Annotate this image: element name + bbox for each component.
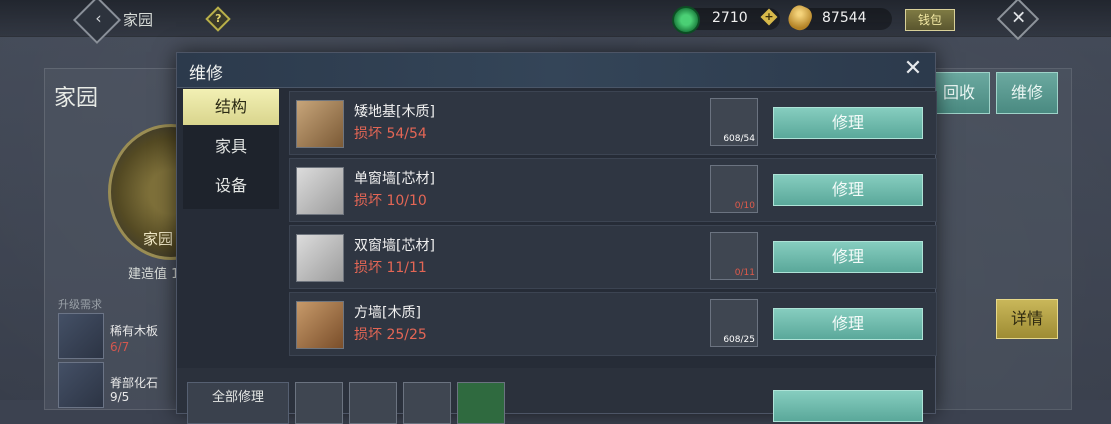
jade-value: 2710 (712, 10, 748, 26)
jade-icon (672, 6, 700, 34)
repair-button[interactable]: 修理 (773, 308, 923, 340)
damage-status: 损坏 25/25 (354, 327, 427, 343)
repair-all-label: 全部修理 (187, 382, 289, 424)
details-button[interactable]: 详情 (996, 299, 1058, 339)
plank-icon[interactable] (296, 100, 344, 148)
tab-structure[interactable]: 结构 (183, 89, 279, 125)
requirement-name: 脊部化石 (110, 376, 159, 390)
item-name: 双窗墙[芯材] (354, 238, 435, 254)
requirement-count: 9/5 (110, 390, 130, 404)
material-count: 0/11 (734, 268, 755, 278)
emblem-label: 家园 (143, 230, 174, 248)
list-item: 单窗墙[芯材] 损坏 10/10 0/10 修理 (289, 158, 937, 222)
material-count: 608/54 (723, 134, 755, 144)
repair-all-button[interactable] (773, 390, 923, 422)
rare-plank-icon[interactable] (58, 313, 104, 359)
build-value: 建造值 1 (128, 267, 180, 282)
fossil-icon[interactable] (58, 362, 104, 408)
repair-button[interactable]: 修理 (773, 241, 923, 273)
gold-value: 87544 (822, 10, 867, 26)
tab-furniture[interactable]: 家具 (183, 129, 279, 165)
right-panel (935, 68, 1072, 410)
close-icon: ✕ (1011, 7, 1027, 29)
material-count: 0/10 (734, 201, 755, 211)
material-slot[interactable] (457, 382, 505, 424)
page-title: 家园 (123, 11, 154, 29)
repair-tab-button[interactable]: 维修 (996, 72, 1058, 114)
add-currency-icon[interactable]: + (760, 8, 778, 26)
double-window-wall-icon[interactable] (296, 234, 344, 282)
requirement-name: 稀有木板 (110, 324, 159, 338)
recycle-button[interactable]: 回收 (928, 72, 990, 114)
core-material-icon[interactable]: 0/10 (710, 165, 758, 213)
wallet-button[interactable]: 钱包 (905, 9, 955, 31)
upgrade-requirements-label: 升级需求 (58, 298, 102, 311)
repair-dialog: 维修 ✕ 结构 家具 设备 矮地基[木质] 损坏 54/54 608/54 修理… (176, 52, 937, 424)
material-slot[interactable] (403, 382, 451, 424)
repair-button[interactable]: 修理 (773, 174, 923, 206)
item-name: 单窗墙[芯材] (354, 171, 435, 187)
list-item: 双窗墙[芯材] 损坏 11/11 0/11 修理 (289, 225, 937, 289)
wood-wall-icon[interactable] (296, 301, 344, 349)
list-item: 矮地基[木质] 损坏 54/54 608/54 修理 (289, 91, 937, 155)
wood-material-icon[interactable]: 608/25 (710, 299, 758, 347)
dialog-close-button[interactable]: ✕ (901, 57, 925, 81)
list-item: 方墙[木质] 损坏 25/25 608/25 修理 (289, 292, 937, 356)
material-slot[interactable] (295, 382, 343, 424)
tab-equipment[interactable]: 设备 (183, 168, 279, 204)
core-material-icon[interactable]: 0/11 (710, 232, 758, 280)
homestead-title: 家园 (54, 86, 99, 111)
dialog-title: 维修 (189, 64, 223, 84)
item-name: 矮地基[木质] (354, 104, 435, 120)
repair-button[interactable]: 修理 (773, 107, 923, 139)
wood-material-icon[interactable]: 608/54 (710, 98, 758, 146)
back-icon: ‹ (95, 8, 102, 28)
damage-status: 损坏 11/11 (354, 260, 427, 276)
repair-all-bar: 全部修理 (177, 368, 935, 424)
item-name: 方墙[木质] (354, 305, 421, 321)
damage-status: 损坏 10/10 (354, 193, 427, 209)
dialog-header: 维修 ✕ (177, 53, 935, 88)
window-wall-icon[interactable] (296, 167, 344, 215)
damage-status: 损坏 54/54 (354, 126, 427, 142)
requirement-count: 6/7 (110, 340, 130, 354)
material-slot[interactable] (349, 382, 397, 424)
material-count: 608/25 (723, 335, 755, 345)
